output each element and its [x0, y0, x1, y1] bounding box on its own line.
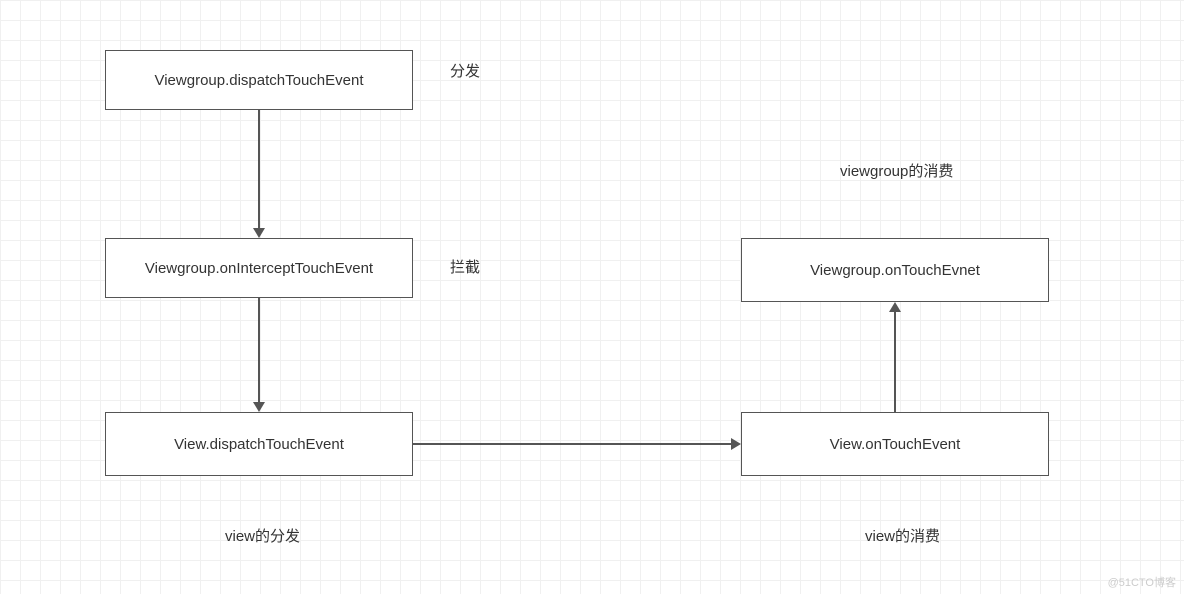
node-touch-vg-text: Viewgroup.onTouchEvnet	[810, 262, 980, 279]
node-intercept-vg: Viewgroup.onInterceptTouchEvent	[105, 238, 413, 298]
node-touch-view: View.onTouchEvent	[741, 412, 1049, 476]
node-intercept-vg-text: Viewgroup.onInterceptTouchEvent	[145, 260, 373, 277]
arrow-2-line	[258, 298, 260, 404]
arrow-1-head	[253, 228, 265, 238]
label-intercept: 拦截	[450, 256, 480, 277]
label-vg-consume: viewgroup的消费	[840, 160, 953, 181]
label-dispatch: 分发	[450, 60, 480, 81]
node-touch-view-text: View.onTouchEvent	[830, 436, 961, 453]
node-dispatch-vg: Viewgroup.dispatchTouchEvent	[105, 50, 413, 110]
watermark: @51CTO博客	[1108, 574, 1176, 590]
arrow-3-line	[413, 443, 733, 445]
label-view-consume: view的消费	[865, 525, 940, 546]
arrow-2-head	[253, 402, 265, 412]
arrow-4-line	[894, 310, 896, 412]
arrow-4-head	[889, 302, 901, 312]
arrow-3-head	[731, 438, 741, 450]
node-dispatch-vg-text: Viewgroup.dispatchTouchEvent	[154, 72, 363, 89]
node-touch-vg: Viewgroup.onTouchEvnet	[741, 238, 1049, 302]
label-view-dispatch: view的分发	[225, 525, 300, 546]
arrow-1-line	[258, 110, 260, 230]
node-dispatch-view: View.dispatchTouchEvent	[105, 412, 413, 476]
node-dispatch-view-text: View.dispatchTouchEvent	[174, 436, 344, 453]
